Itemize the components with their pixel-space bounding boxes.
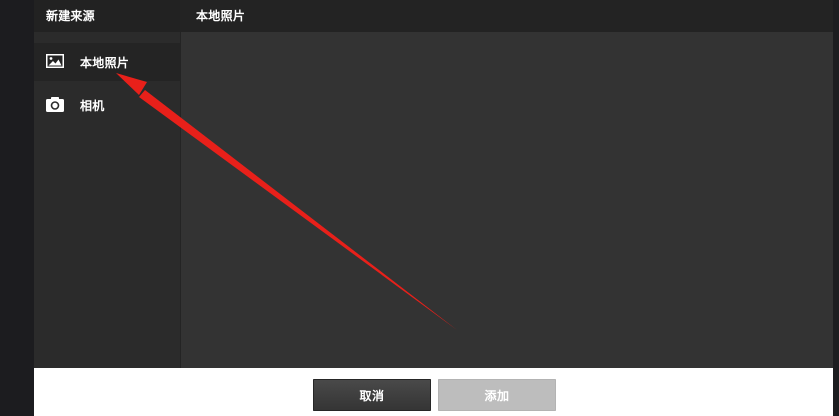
sidebar-item-label: 本地照片 bbox=[80, 56, 130, 70]
sidebar-item-label: 相机 bbox=[80, 99, 105, 113]
content-header: 本地照片 bbox=[180, 0, 833, 32]
content-title: 本地照片 bbox=[196, 9, 246, 23]
sidebar-header: 新建来源 bbox=[34, 0, 180, 32]
background-gutter bbox=[0, 0, 34, 416]
cancel-button[interactable]: 取消 bbox=[313, 379, 431, 411]
camera-icon bbox=[46, 96, 64, 112]
window-edge bbox=[833, 0, 839, 416]
sidebar-title: 新建来源 bbox=[46, 9, 95, 23]
add-button[interactable]: 添加 bbox=[438, 379, 556, 411]
sidebar-item-local-photos[interactable]: 本地照片 bbox=[34, 43, 180, 81]
content-area bbox=[181, 32, 833, 368]
sidebar-item-camera[interactable]: 相机 bbox=[34, 86, 180, 124]
screen: 新建来源 本地照片 相机 本地照片 取消 添加 bbox=[0, 0, 839, 416]
dialog-footer: 取消 添加 bbox=[34, 368, 833, 416]
source-sidebar: 新建来源 本地照片 相机 bbox=[34, 0, 181, 368]
image-icon bbox=[46, 53, 64, 69]
new-source-dialog: 新建来源 本地照片 相机 本地照片 取消 添加 bbox=[34, 0, 833, 416]
